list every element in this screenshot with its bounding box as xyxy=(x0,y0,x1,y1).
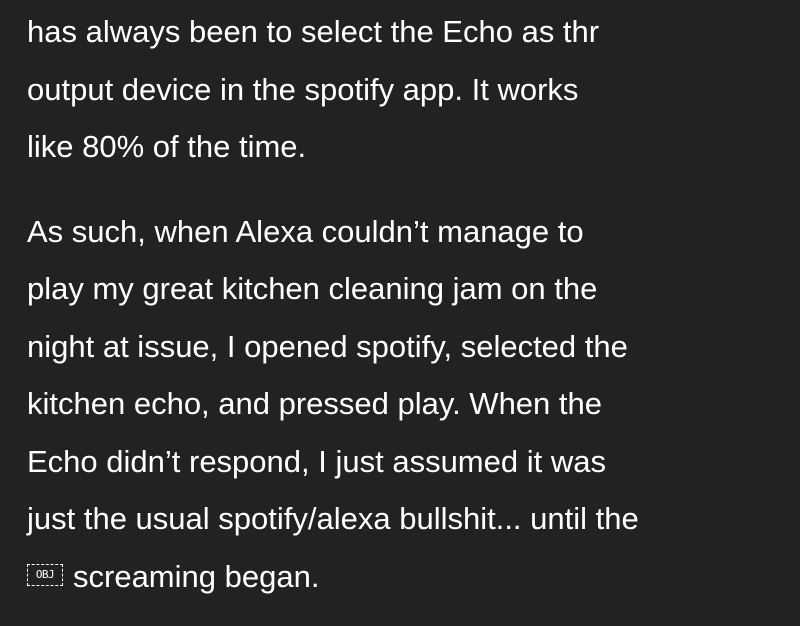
text-line: kitchen echo, and pressed play. When the xyxy=(27,386,602,421)
text-line: has always been to select the Echo as th… xyxy=(27,14,600,49)
text-line: just the usual spotify/alexa bullshit...… xyxy=(27,501,639,536)
text-line: play my great kitchen cleaning jam on th… xyxy=(27,271,598,306)
text-line-last: OBJ screaming began. xyxy=(27,548,790,606)
text-line: output device in the spotify app. It wor… xyxy=(27,71,579,107)
text-line: Echo didn’t respond, I just assumed it w… xyxy=(27,443,606,479)
text-line: like 80% of the time. xyxy=(27,129,307,164)
paragraph-1: has always been to select the Echo as th… xyxy=(27,3,790,176)
object-replacement-icon: OBJ xyxy=(27,564,63,587)
last-line-text: screaming began. xyxy=(73,558,320,594)
paragraph-2: As such, when Alexa couldn’t manage to p… xyxy=(27,203,790,606)
post-body: has always been to select the Echo as th… xyxy=(0,0,800,626)
text-line: As such, when Alexa couldn’t manage to xyxy=(27,213,584,249)
text-line: night at issue, I opened spotify, select… xyxy=(27,328,628,364)
